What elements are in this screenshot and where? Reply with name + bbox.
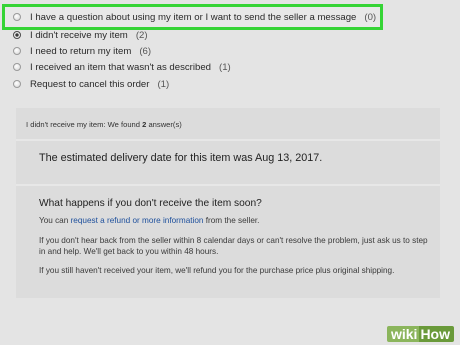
refund-line-suffix: from the seller. [203,216,260,225]
refund-line-prefix: You can [39,216,71,225]
refund-line: You can request a refund or more informa… [39,215,434,226]
option-count: (1) [157,78,170,90]
panel-header-suffix: answer(s) [146,120,182,129]
option-label: Request to cancel this order [30,78,150,90]
option-count: (2) [135,29,148,41]
option-label: I didn't receive my item [30,29,128,41]
wikihow-watermark: wiki How [386,326,454,342]
radio-icon[interactable] [13,13,21,21]
option-count: (6) [139,45,152,57]
option-didnt-receive[interactable]: I didn't receive my item (2) [13,27,148,43]
panel-header: I didn't receive my item: We found 2 ans… [26,120,182,129]
panel-header-prefix: I didn't receive my item: We found [26,120,143,129]
option-cancel-order[interactable]: Request to cancel this order (1) [13,76,169,92]
answer-panel: I didn't receive my item: We found 2 ans… [16,108,440,298]
watermark-wiki: wiki [386,326,420,342]
question-heading: What happens if you don't receive the it… [39,198,262,209]
radio-icon[interactable] [13,63,21,71]
radio-icon[interactable] [13,80,21,88]
radio-icon[interactable] [13,47,21,55]
option-return-item[interactable]: I need to return my item (6) [13,43,151,59]
watermark-how: How [419,326,454,342]
refund-info-link[interactable]: request a refund or more information [71,216,204,225]
divider [16,184,440,186]
option-label: I have a question about using my item or… [30,11,357,23]
delivery-date-text: The estimated delivery date for this ite… [39,152,323,164]
divider [16,139,440,141]
option-count: (0) [364,11,377,23]
seller-response-paragraph: If you don't hear back from the seller w… [39,236,428,256]
option-not-as-described[interactable]: I received an item that wasn't as descri… [13,59,231,75]
radio-selected-icon[interactable] [13,31,21,39]
option-label: I need to return my item [30,45,132,57]
refund-paragraph: If you still haven't received your item,… [39,266,395,275]
page: I have a question about using my item or… [0,0,460,345]
option-question-message[interactable]: I have a question about using my item or… [13,9,376,25]
option-label: I received an item that wasn't as descri… [30,61,212,73]
option-count: (1) [219,61,231,73]
